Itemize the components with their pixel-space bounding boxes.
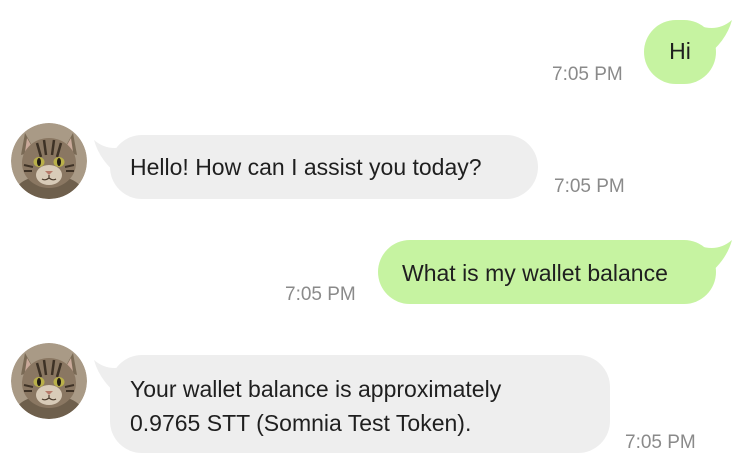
chat-thread: Hi 7:05 PM Hello! How can I assist you t… — [0, 0, 744, 472]
cat-avatar — [11, 123, 87, 199]
message-timestamp: 7:05 PM — [625, 432, 696, 453]
message-text-line: Your wallet balance is approximately — [130, 376, 502, 402]
message-timestamp: 7:05 PM — [554, 176, 625, 197]
message-timestamp: 7:05 PM — [285, 284, 356, 305]
message-text-line: 0.9765 STT (Somnia Test Token). — [130, 410, 472, 436]
message-bubble[interactable]: Hello! How can I assist you today? — [110, 135, 538, 199]
cat-avatar — [11, 343, 87, 419]
message-text: Hello! How can I assist you today? — [130, 154, 482, 180]
message-timestamp: 7:05 PM — [552, 64, 623, 85]
message-text: What is my wallet balance — [402, 260, 668, 286]
message-bubble[interactable]: Hi — [644, 20, 716, 84]
message-bubble[interactable]: What is my wallet balance — [378, 240, 716, 304]
message-bubble[interactable]: Your wallet balance is approximately 0.9… — [110, 355, 610, 453]
message-text: Hi — [669, 38, 691, 64]
